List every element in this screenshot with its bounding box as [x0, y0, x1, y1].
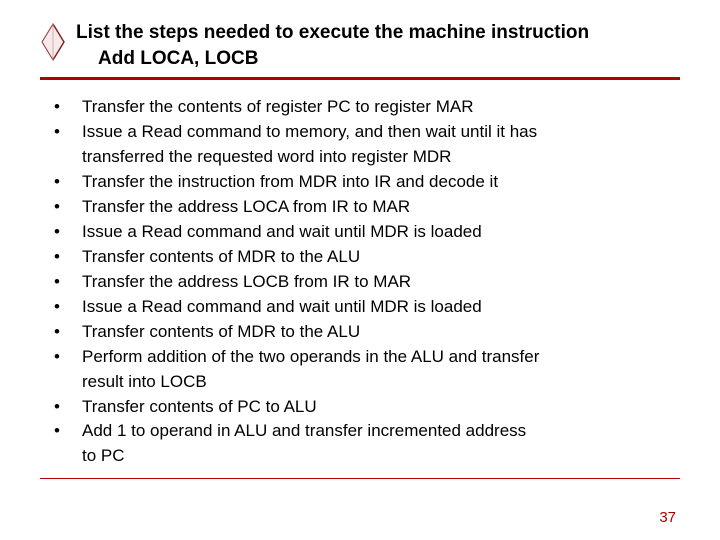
bullet-mark: • — [50, 346, 82, 369]
title-divider — [40, 77, 680, 80]
list-item: •Transfer the address LOCB from IR to MA… — [50, 271, 680, 294]
bullet-mark: • — [50, 196, 82, 219]
title-row: List the steps needed to execute the mac… — [40, 20, 680, 71]
list-item: •Transfer the instruction from MDR into … — [50, 171, 680, 194]
slide-title: List the steps needed to execute the mac… — [74, 20, 589, 71]
bullet-mark: • — [50, 321, 82, 344]
list-item-continuation: to PC — [50, 445, 680, 468]
list-item-continuation: result into LOCB — [50, 371, 680, 394]
footer-divider — [40, 478, 680, 479]
list-item: •Perform addition of the two operands in… — [50, 346, 680, 369]
bullet-mark: • — [50, 396, 82, 419]
bullet-mark: • — [50, 121, 82, 144]
list-item-text: Transfer contents of PC to ALU — [82, 396, 680, 419]
page-number: 37 — [659, 509, 676, 526]
slide: List the steps needed to execute the mac… — [0, 0, 720, 540]
bullet-mark: • — [50, 271, 82, 294]
list-item-text: Transfer the address LOCA from IR to MAR — [82, 196, 680, 219]
bullet-mark: • — [50, 420, 82, 443]
list-item: •Transfer the contents of register PC to… — [50, 96, 680, 119]
list-item: •Transfer contents of MDR to the ALU — [50, 246, 680, 269]
bullet-mark: • — [50, 296, 82, 319]
list-item-text: Transfer the instruction from MDR into I… — [82, 171, 680, 194]
diamond-icon — [40, 22, 66, 67]
list-item: •Issue a Read command and wait until MDR… — [50, 296, 680, 319]
bullet-mark: • — [50, 96, 82, 119]
list-item-text: Transfer contents of MDR to the ALU — [82, 321, 680, 344]
list-item-text: Issue a Read command and wait until MDR … — [82, 296, 680, 319]
list-item-text: Add 1 to operand in ALU and transfer inc… — [82, 420, 680, 443]
list-item-text: Transfer the address LOCB from IR to MAR — [82, 271, 680, 294]
list-item-text: Transfer the contents of register PC to … — [82, 96, 680, 119]
title-line1: List the steps needed to execute the mac… — [76, 20, 589, 46]
list-item: •Add 1 to operand in ALU and transfer in… — [50, 420, 680, 443]
list-item: •Issue a Read command to memory, and the… — [50, 121, 680, 144]
title-line2: Add LOCA, LOCB — [76, 46, 589, 72]
bullet-mark: • — [50, 171, 82, 194]
list-item-continuation: transferred the requested word into regi… — [50, 146, 680, 169]
list-item: •Transfer contents of PC to ALU — [50, 396, 680, 419]
list-item-text: Transfer contents of MDR to the ALU — [82, 246, 680, 269]
bullet-list: •Transfer the contents of register PC to… — [40, 96, 680, 468]
list-item-text: Issue a Read command to memory, and then… — [82, 121, 680, 144]
list-item-text: Issue a Read command and wait until MDR … — [82, 221, 680, 244]
bullet-mark: • — [50, 221, 82, 244]
list-item-text: Perform addition of the two operands in … — [82, 346, 680, 369]
list-item: •Transfer the address LOCA from IR to MA… — [50, 196, 680, 219]
list-item: •Transfer contents of MDR to the ALU — [50, 321, 680, 344]
list-item: •Issue a Read command and wait until MDR… — [50, 221, 680, 244]
bullet-mark: • — [50, 246, 82, 269]
